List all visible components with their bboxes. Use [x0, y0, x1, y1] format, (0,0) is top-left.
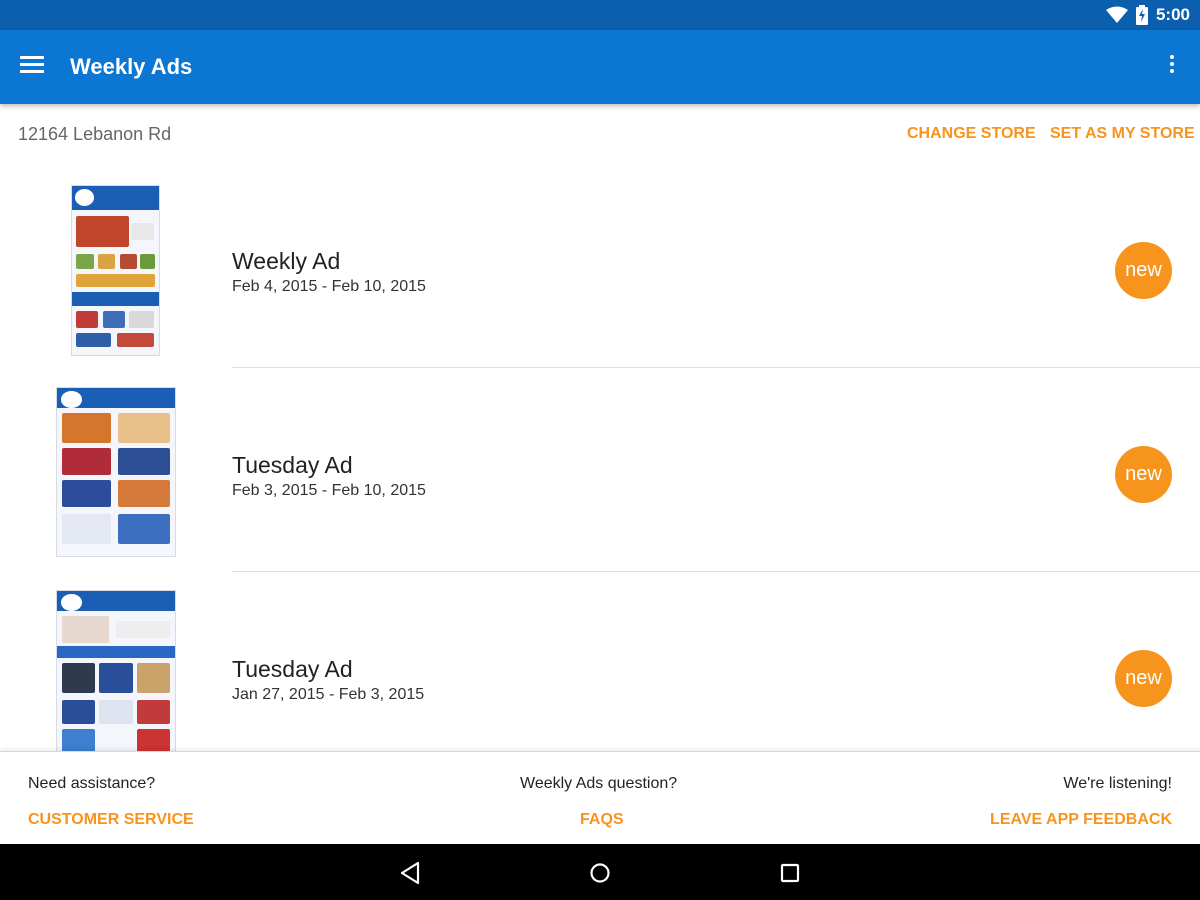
store-row: 12164 Lebanon Rd CHANGE STORE SET AS MY … — [0, 104, 1200, 164]
status-time: 5:00 — [1155, 5, 1190, 24]
change-store-button[interactable]: CHANGE STORE — [907, 125, 1036, 143]
status-bar: 5:00 — [0, 0, 1200, 30]
new-badge: new — [1115, 446, 1172, 503]
new-badge: new — [1115, 242, 1172, 299]
ad-list-item[interactable]: Tuesday Ad Jan 27, 2015 - Feb 3, 2015 ne… — [0, 572, 1200, 751]
help-footer: Need assistance? CUSTOMER SERVICE Weekly… — [0, 751, 1200, 844]
app-title: Weekly Ads — [70, 54, 193, 79]
listening-text: We're listening! — [1063, 775, 1172, 792]
store-address: 12164 Lebanon Rd — [18, 124, 172, 144]
more-vert-icon[interactable] — [1162, 52, 1182, 82]
back-icon[interactable] — [396, 858, 426, 888]
ad-thumbnail — [56, 590, 176, 751]
ad-date-range: Jan 27, 2015 - Feb 3, 2015 — [232, 686, 425, 703]
ad-thumbnail — [56, 387, 176, 557]
weekly-ads-question: Weekly Ads question? — [520, 775, 678, 792]
ad-thumbnail — [71, 185, 160, 356]
assistance-question: Need assistance? — [28, 775, 156, 792]
ad-list-item[interactable]: Weekly Ad Feb 4, 2015 - Feb 10, 2015 new — [0, 164, 1200, 368]
ad-list-item[interactable]: Tuesday Ad Feb 3, 2015 - Feb 10, 2015 ne… — [0, 368, 1200, 572]
ad-title: Weekly Ad — [232, 248, 341, 274]
ad-title: Tuesday Ad — [232, 656, 353, 682]
set-as-my-store-button[interactable]: SET AS MY STORE — [1050, 125, 1195, 143]
hamburger-menu-icon[interactable] — [18, 52, 48, 82]
ad-date-range: Feb 3, 2015 - Feb 10, 2015 — [232, 482, 426, 499]
app-bar: Weekly Ads — [0, 30, 1200, 104]
leave-app-feedback-link[interactable]: LEAVE APP FEEDBACK — [990, 811, 1172, 829]
ad-title: Tuesday Ad — [232, 452, 353, 478]
home-icon[interactable] — [585, 858, 615, 888]
customer-service-link[interactable]: CUSTOMER SERVICE — [28, 811, 194, 829]
recents-icon[interactable] — [775, 858, 805, 888]
battery-charging-icon — [1135, 5, 1148, 25]
status-icons: 5:00 — [1105, 5, 1190, 25]
ad-list: Weekly Ad Feb 4, 2015 - Feb 10, 2015 new… — [0, 164, 1200, 751]
new-badge: new — [1115, 650, 1172, 707]
system-nav-bar — [0, 844, 1200, 900]
faqs-link[interactable]: FAQS — [580, 811, 624, 829]
ad-date-range: Feb 4, 2015 - Feb 10, 2015 — [232, 278, 426, 295]
wifi-icon — [1105, 6, 1128, 23]
